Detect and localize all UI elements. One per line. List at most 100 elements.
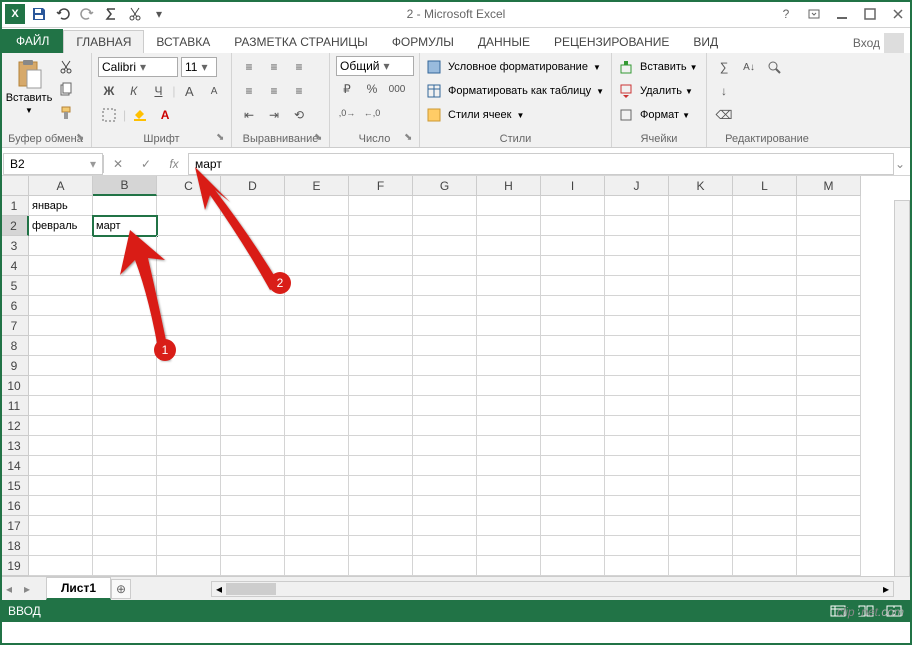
sheet-tab[interactable]: Лист1	[46, 577, 111, 600]
font-name-combo[interactable]: Calibri▾	[98, 57, 178, 77]
cell[interactable]	[349, 196, 413, 216]
cell[interactable]	[349, 276, 413, 296]
cell[interactable]	[93, 376, 157, 396]
cell[interactable]	[733, 536, 797, 556]
row-header[interactable]: 18	[0, 536, 29, 556]
cell[interactable]	[93, 476, 157, 496]
cell[interactable]	[605, 396, 669, 416]
cell[interactable]	[413, 256, 477, 276]
save-icon[interactable]	[28, 3, 50, 25]
cell[interactable]	[285, 256, 349, 276]
cell[interactable]	[93, 256, 157, 276]
cell[interactable]	[93, 336, 157, 356]
col-header[interactable]: L	[733, 176, 797, 196]
cell[interactable]	[797, 316, 861, 336]
cell[interactable]	[605, 416, 669, 436]
add-sheet-icon[interactable]: ⊕	[111, 579, 131, 599]
cell[interactable]	[477, 416, 541, 436]
fx-icon[interactable]: fx	[160, 153, 188, 175]
cell[interactable]	[29, 296, 93, 316]
tab-review[interactable]: РЕЦЕНЗИРОВАНИЕ	[542, 31, 681, 53]
autosum-icon[interactable]: ∑	[713, 56, 735, 78]
cell[interactable]: март	[93, 216, 157, 236]
cell[interactable]	[541, 356, 605, 376]
cell[interactable]: февраль	[29, 216, 93, 236]
cell[interactable]	[477, 456, 541, 476]
shrink-font-button[interactable]: A	[203, 80, 225, 102]
cell[interactable]	[29, 396, 93, 416]
close-icon[interactable]	[884, 3, 912, 25]
fill-color-button[interactable]	[129, 104, 151, 126]
font-size-combo[interactable]: 11▾	[181, 57, 217, 77]
sheet-nav-next-icon[interactable]: ▸	[18, 580, 36, 598]
ribbon-options-icon[interactable]	[800, 3, 828, 25]
cell[interactable]	[669, 336, 733, 356]
cell[interactable]	[477, 276, 541, 296]
cell[interactable]	[285, 456, 349, 476]
align-bottom-icon[interactable]: ≡	[288, 56, 310, 78]
col-header[interactable]: F	[349, 176, 413, 196]
maximize-icon[interactable]	[856, 3, 884, 25]
cell[interactable]	[93, 556, 157, 576]
cell[interactable]	[413, 356, 477, 376]
select-all-corner[interactable]	[0, 176, 29, 196]
vertical-scrollbar[interactable]	[894, 200, 910, 582]
cell[interactable]	[413, 216, 477, 236]
cell[interactable]	[157, 376, 221, 396]
cell[interactable]	[413, 396, 477, 416]
cell[interactable]	[605, 316, 669, 336]
cell[interactable]	[477, 496, 541, 516]
cell[interactable]	[797, 276, 861, 296]
cell[interactable]	[733, 276, 797, 296]
cell[interactable]	[157, 536, 221, 556]
cell[interactable]	[541, 336, 605, 356]
col-header[interactable]: E	[285, 176, 349, 196]
cell[interactable]	[669, 496, 733, 516]
cut-button[interactable]	[55, 56, 77, 78]
tab-view[interactable]: ВИД	[681, 31, 730, 53]
cell[interactable]	[477, 316, 541, 336]
cells-insert-button[interactable]: Вставить▼	[618, 56, 700, 78]
cell[interactable]	[541, 436, 605, 456]
cell[interactable]	[349, 536, 413, 556]
cell[interactable]	[541, 516, 605, 536]
cell[interactable]	[477, 556, 541, 576]
cell[interactable]	[541, 256, 605, 276]
cell[interactable]	[733, 356, 797, 376]
cell[interactable]	[221, 196, 285, 216]
help-icon[interactable]: ?	[772, 3, 800, 25]
cell[interactable]	[413, 476, 477, 496]
cell[interactable]	[157, 556, 221, 576]
cell[interactable]	[733, 336, 797, 356]
cell[interactable]	[605, 436, 669, 456]
row-header[interactable]: 2	[0, 216, 29, 236]
cell[interactable]	[477, 476, 541, 496]
cell[interactable]	[477, 196, 541, 216]
underline-button[interactable]: Ч	[148, 80, 170, 102]
bold-button[interactable]: Ж	[98, 80, 120, 102]
cell[interactable]	[221, 556, 285, 576]
cell[interactable]	[349, 216, 413, 236]
col-header[interactable]: H	[477, 176, 541, 196]
cell[interactable]	[541, 296, 605, 316]
cell[interactable]	[349, 376, 413, 396]
cell[interactable]	[477, 396, 541, 416]
cell[interactable]	[413, 456, 477, 476]
cell[interactable]	[605, 276, 669, 296]
name-box[interactable]: B2▾	[3, 153, 103, 175]
cell[interactable]	[669, 356, 733, 376]
cell[interactable]	[797, 256, 861, 276]
increase-indent-icon[interactable]: ⇥	[263, 104, 285, 126]
cell[interactable]	[157, 456, 221, 476]
cell[interactable]	[221, 516, 285, 536]
cell[interactable]	[413, 336, 477, 356]
align-top-icon[interactable]: ≡	[238, 56, 260, 78]
col-header[interactable]: K	[669, 176, 733, 196]
borders-button[interactable]	[98, 104, 120, 126]
cell[interactable]	[93, 236, 157, 256]
cell[interactable]	[541, 456, 605, 476]
cell[interactable]	[733, 396, 797, 416]
cell[interactable]	[93, 276, 157, 296]
cell[interactable]	[605, 536, 669, 556]
cell[interactable]	[285, 396, 349, 416]
